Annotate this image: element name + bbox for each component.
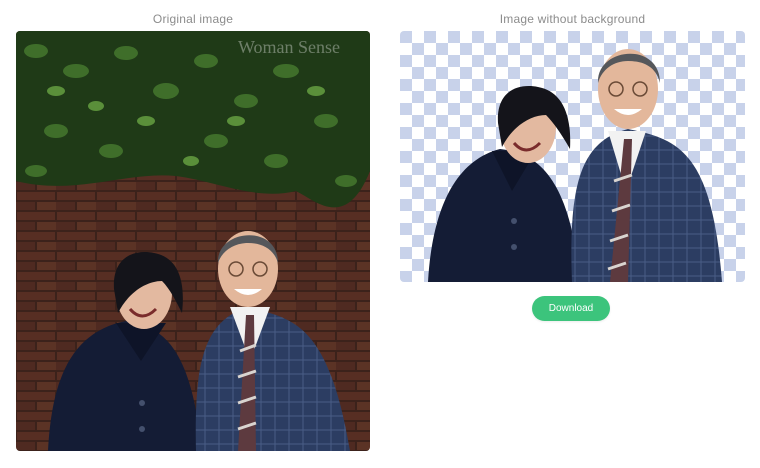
no-background-image-label: Image without background [499,12,646,26]
watermark: Woman Sense [238,37,340,57]
background-removed-image [400,31,745,282]
original-image: Woman Sense [16,31,370,451]
original-image-label: Original image [152,12,234,26]
download-button[interactable]: Download [532,296,610,321]
